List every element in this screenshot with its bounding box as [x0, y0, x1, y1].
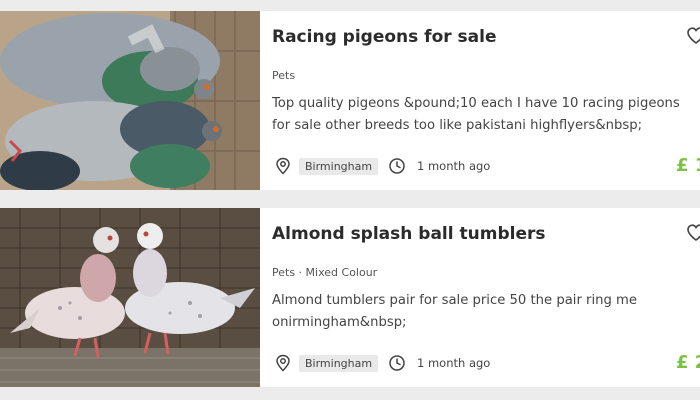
- listing-card[interactable]: Almond splash ball tumblers Pets · Mixed…: [0, 208, 700, 387]
- listing-description: Top quality pigeons &pound;10 each I hav…: [272, 96, 680, 133]
- listing-meta: Birmingham 1 month ago: [272, 155, 700, 177]
- listing-card[interactable]: Racing pigeons for sale Pets Top quality…: [0, 11, 700, 190]
- clock-icon: [388, 157, 406, 179]
- listing-category: Pets: [272, 69, 296, 82]
- listing-photo[interactable]: [0, 11, 260, 190]
- listing-price: £ 2: [676, 352, 700, 373]
- listing-price: £ 1: [676, 155, 700, 176]
- listing-title[interactable]: Racing pigeons for sale: [272, 27, 497, 47]
- listing-title[interactable]: Almond splash ball tumblers: [272, 224, 545, 244]
- location-tag[interactable]: Birmingham: [299, 158, 379, 175]
- heart-icon[interactable]: [686, 26, 700, 50]
- listing-photo[interactable]: [0, 208, 260, 387]
- listing-meta: Birmingham 1 month ago: [272, 352, 700, 374]
- listing-category: Pets · Mixed Colour: [272, 266, 378, 279]
- heart-icon[interactable]: [686, 223, 700, 247]
- posted-time: 1 month ago: [417, 356, 491, 370]
- posted-time: 1 month ago: [417, 159, 491, 173]
- clock-icon: [388, 354, 406, 376]
- location-tag[interactable]: Birmingham: [299, 355, 379, 372]
- map-pin-icon: [274, 354, 292, 376]
- listing-description: Almond tumblers pair for sale price 50 t…: [272, 293, 638, 330]
- map-pin-icon: [274, 157, 292, 179]
